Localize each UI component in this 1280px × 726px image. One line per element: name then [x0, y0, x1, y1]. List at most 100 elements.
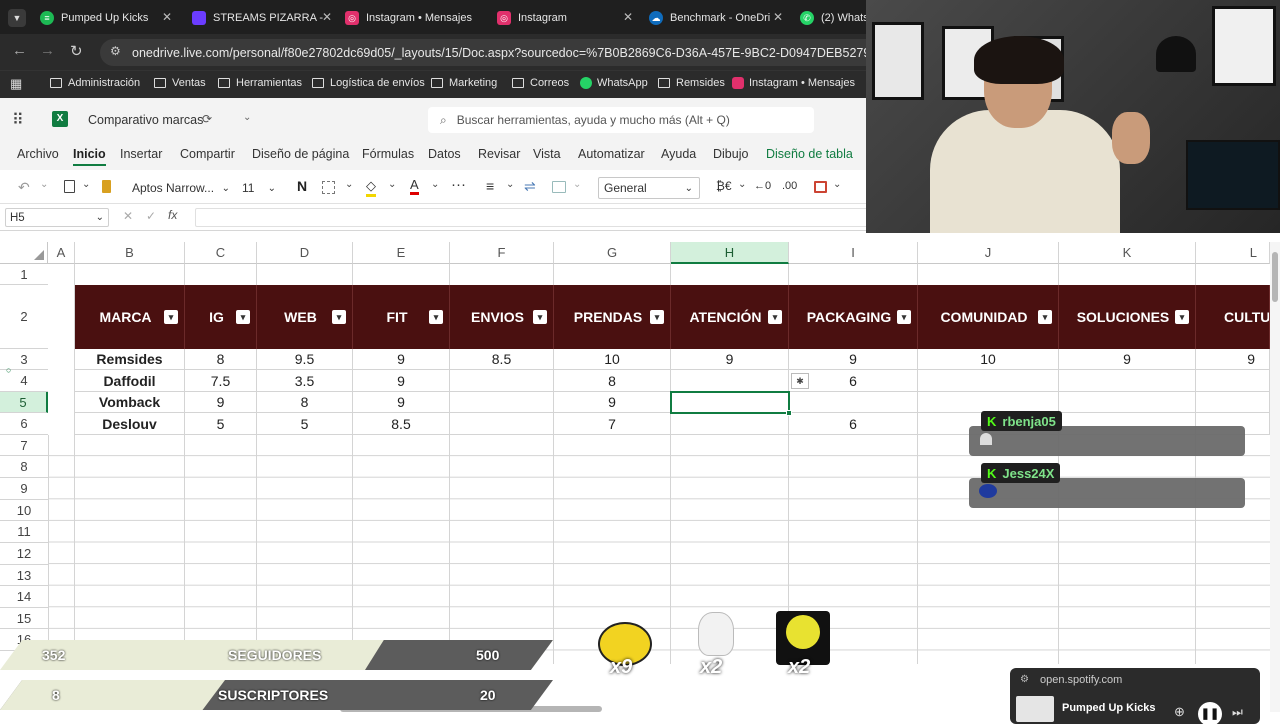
- score-cell[interactable]: [918, 392, 1059, 413]
- browser-tab-instagram-mensajes[interactable]: ◎ Instagram • Mensajes: [345, 6, 485, 30]
- decrease-decimal-icon[interactable]: .00: [782, 180, 797, 192]
- score-cell[interactable]: 5: [257, 413, 353, 435]
- url-field[interactable]: ⚙ onedrive.live.com/personal/f80e27802dc…: [100, 39, 880, 66]
- score-cell[interactable]: [1059, 392, 1196, 413]
- tab-formulas[interactable]: Fórmulas: [362, 147, 414, 161]
- settings-icon[interactable]: ⚙: [1020, 674, 1029, 685]
- filter-dropdown-icon[interactable]: ▾: [1175, 310, 1189, 324]
- browser-tab-onedrive[interactable]: ☁ Benchmark - OneDrive✕: [649, 6, 783, 30]
- bold-icon[interactable]: N: [297, 178, 307, 194]
- bookmark-logistica[interactable]: Logística de envíos: [312, 77, 425, 89]
- brand-cell[interactable]: Remsides: [75, 349, 185, 370]
- score-cell[interactable]: [1196, 392, 1270, 413]
- row-header-14[interactable]: 14: [0, 586, 48, 608]
- filter-dropdown-icon[interactable]: ▾: [533, 310, 547, 324]
- score-cell[interactable]: 9: [789, 349, 918, 370]
- apps-grid-icon[interactable]: ▦: [10, 76, 22, 92]
- filter-dropdown-icon[interactable]: ▾: [429, 310, 443, 324]
- tab-compartir[interactable]: Compartir: [180, 147, 235, 161]
- fill-chevron-icon[interactable]: ⌄: [388, 179, 396, 190]
- vertical-scrollbar[interactable]: [1270, 242, 1280, 712]
- bookmark-whatsapp[interactable]: WhatsApp: [580, 77, 648, 89]
- close-tab-icon[interactable]: ✕: [162, 10, 172, 24]
- tab-inicio[interactable]: Inicio: [73, 147, 106, 166]
- score-cell[interactable]: 9: [554, 392, 671, 413]
- column-header-h[interactable]: H: [671, 242, 789, 264]
- brand-cell[interactable]: Deslouv: [75, 413, 185, 435]
- file-menu-chevron-icon[interactable]: ⌄: [243, 112, 251, 123]
- browser-tab-instagram[interactable]: ◎ Instagram ✕: [497, 6, 633, 30]
- filter-dropdown-icon[interactable]: ▾: [650, 310, 664, 324]
- brand-cell[interactable]: Daffodil: [75, 370, 185, 392]
- tab-datos[interactable]: Datos: [428, 147, 461, 161]
- score-cell[interactable]: 9: [1059, 349, 1196, 370]
- filter-dropdown-icon[interactable]: ▾: [164, 310, 178, 324]
- score-cell[interactable]: 8: [185, 349, 257, 370]
- column-header-b[interactable]: B: [75, 242, 185, 264]
- tab-dibujo[interactable]: Dibujo: [713, 147, 748, 161]
- score-cell[interactable]: 7.5: [185, 370, 257, 392]
- row-header-1[interactable]: 1: [0, 264, 48, 285]
- browser-tab-whatsapp[interactable]: ✆ (2) WhatsApp: [800, 6, 866, 30]
- score-cell[interactable]: 9: [1196, 349, 1270, 370]
- score-cell[interactable]: 8.5: [353, 413, 450, 435]
- tab-insertar[interactable]: Insertar: [120, 147, 162, 161]
- bookmark-administracion[interactable]: Administración: [50, 77, 140, 89]
- row-header-2[interactable]: 2: [0, 285, 48, 349]
- search-box[interactable]: ⌕ Buscar herramientas, ayuda y mucho más…: [428, 107, 814, 133]
- wrap-text-icon[interactable]: ⇌: [524, 178, 536, 195]
- score-cell[interactable]: 9: [671, 349, 789, 370]
- row-header-6[interactable]: 6: [0, 413, 48, 435]
- fill-handle[interactable]: [786, 410, 792, 416]
- score-cell[interactable]: 8: [554, 370, 671, 392]
- score-cell[interactable]: 9: [185, 392, 257, 413]
- score-cell[interactable]: 6: [789, 413, 918, 435]
- autosave-status-icon[interactable]: ⟳: [202, 112, 212, 126]
- formula-input[interactable]: [195, 208, 875, 227]
- paste-icon[interactable]: [64, 180, 75, 193]
- score-cell[interactable]: 9: [353, 392, 450, 413]
- currency-chevron-icon[interactable]: ⌄: [738, 179, 746, 190]
- row-header-12[interactable]: 12: [0, 543, 48, 565]
- table-header-ig[interactable]: IG ▾: [185, 285, 257, 349]
- undo-chevron-icon[interactable]: ⌄: [40, 179, 48, 190]
- column-header-k[interactable]: K: [1059, 242, 1196, 264]
- site-info-icon[interactable]: ⚙: [110, 44, 121, 58]
- conditional-format-icon[interactable]: [814, 181, 827, 193]
- tab-diseno-de-tabla[interactable]: Diseño de tabla: [766, 147, 853, 161]
- score-cell[interactable]: [671, 370, 789, 392]
- table-header-packaging[interactable]: PACKAGING ▾: [789, 285, 918, 349]
- browser-tab-streams-pizarra[interactable]: STREAMS PIZARRA - ✕: [192, 6, 332, 30]
- paste-options-icon[interactable]: ✱: [791, 373, 809, 389]
- name-box[interactable]: H5 ⌄: [5, 208, 109, 227]
- table-header-web[interactable]: WEB ▾: [257, 285, 353, 349]
- increase-decimal-icon[interactable]: ←0: [754, 180, 771, 192]
- pause-button[interactable]: ❚❚: [1198, 702, 1222, 726]
- score-cell[interactable]: 10: [554, 349, 671, 370]
- filter-dropdown-icon[interactable]: ▾: [332, 310, 346, 324]
- reload-icon[interactable]: ↻: [70, 42, 83, 60]
- filter-dropdown-icon[interactable]: ▾: [897, 310, 911, 324]
- tab-diseno-de-pagina[interactable]: Diseño de página: [252, 147, 349, 161]
- browser-tab-spotify[interactable]: ≡ Pumped Up Kicks ✕: [40, 6, 172, 30]
- tab-archivo[interactable]: Archivo: [17, 147, 59, 161]
- file-name[interactable]: Comparativo marcas: [88, 113, 203, 127]
- font-color-chevron-icon[interactable]: ⌄: [431, 179, 439, 190]
- vertical-scrollbar-thumb[interactable]: [1272, 252, 1278, 302]
- conditional-chevron-icon[interactable]: ⌄: [833, 179, 841, 190]
- score-cell[interactable]: 8: [257, 392, 353, 413]
- score-cell[interactable]: 8.5: [450, 349, 554, 370]
- score-cell[interactable]: [1059, 370, 1196, 392]
- brand-cell[interactable]: Vomback: [75, 392, 185, 413]
- column-header-i[interactable]: I: [789, 242, 918, 264]
- app-launcher-icon[interactable]: ⠿: [12, 110, 24, 130]
- bookmark-herramientas[interactable]: Herramientas: [218, 77, 302, 89]
- score-cell[interactable]: 5: [185, 413, 257, 435]
- undo-icon[interactable]: ↶: [18, 179, 30, 196]
- table-header-fit[interactable]: FIT ▾: [353, 285, 450, 349]
- tab-ayuda[interactable]: Ayuda: [661, 147, 696, 161]
- score-cell[interactable]: 9.5: [257, 349, 353, 370]
- merge-icon[interactable]: [552, 181, 566, 193]
- table-header-envios[interactable]: ENVIOS ▾: [450, 285, 554, 349]
- borders-icon[interactable]: [322, 181, 335, 194]
